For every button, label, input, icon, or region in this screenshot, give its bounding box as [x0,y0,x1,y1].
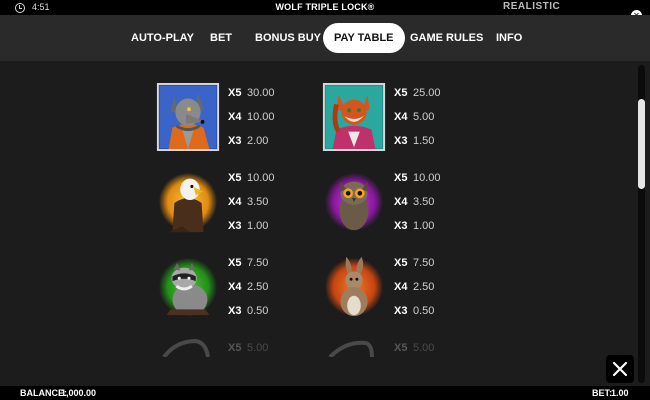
footer-bar: BALANCE: 1,000.00 BET: 1.00 [0,386,650,400]
balance-label: BALANCE: [20,388,67,398]
bet-value: 1.00 [611,388,629,398]
close-icon [612,361,628,377]
balance-value: 1,000.00 [61,388,97,398]
tab-auto-play[interactable]: AUTO-PLAY [131,30,194,46]
menu-tabs: AUTO-PLAY BET BONUS BUY PAY TABLE GAME R… [0,15,650,61]
owl-symbol-icon [324,172,384,232]
eagle-symbol-icon [158,172,218,233]
tab-bonus-buy[interactable]: BONUS BUY [255,30,321,46]
scrollbar-thumb[interactable] [638,99,645,189]
paytable-panel: X5 30.00 X4 10.00 X3 2.00 X5 25.00 X4 5.00 X3… [0,61,650,386]
scrollbar[interactable] [638,65,645,383]
brand-logo: REALISTIC [503,1,561,12]
close-button[interactable] [606,355,634,383]
raccoon-symbol-icon [158,257,218,317]
fox-symbol-icon [322,83,386,151]
tab-pay-table[interactable]: PAY TABLE [323,23,405,53]
tab-info[interactable]: INFO [496,30,522,46]
partial-symbol-icon [328,340,374,357]
tab-game-rules[interactable]: GAME RULES [410,30,483,46]
wolf-symbol-icon [156,83,220,151]
partial-symbol-icon [162,338,210,357]
tab-bet[interactable]: BET [210,30,232,46]
status-bar: 4:51 WOLF TRIPLE LOCK® REALISTIC [0,0,650,15]
bet-label: BET: [592,388,612,398]
hare-symbol-icon [324,256,384,317]
